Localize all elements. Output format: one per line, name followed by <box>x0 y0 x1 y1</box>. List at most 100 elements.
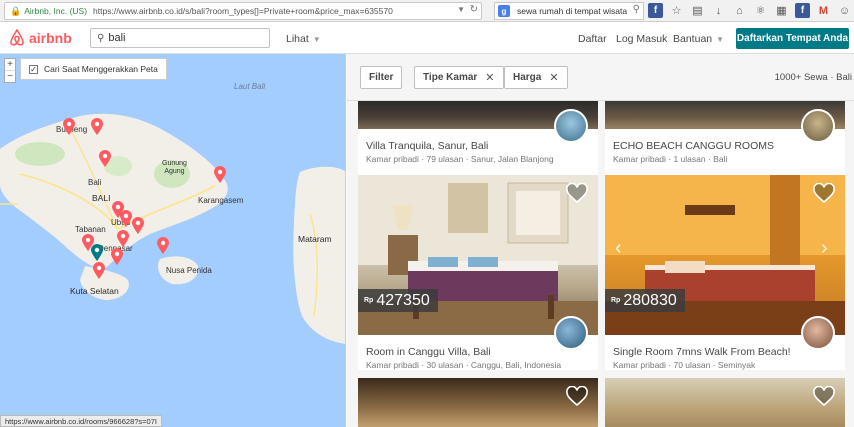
price-currency: Rp <box>364 297 374 304</box>
help-menu[interactable]: Bantuan ▼ <box>673 33 724 45</box>
listing-subtitle: Kamar pribadi · 30 ulasan · Canggu, Bali… <box>366 360 562 370</box>
price-amount: 427350 <box>376 291 430 309</box>
refresh-icon[interactable]: ↻ <box>470 4 478 15</box>
listing-title[interactable]: ECHO BEACH CANGGU ROOMS <box>613 140 774 152</box>
browser-toolbar: 🔒 Airbnb, Inc. (US) https://www.airbnb.c… <box>0 0 854 22</box>
location-search-input[interactable]: ⚲ bali <box>90 28 270 48</box>
map-pin-icon[interactable] <box>111 248 123 265</box>
map-label-mataram: Mataram <box>298 234 332 244</box>
map-pin-icon[interactable] <box>91 118 103 135</box>
listing-photo[interactable] <box>358 378 598 427</box>
map-pin-icon[interactable] <box>214 166 226 183</box>
smiley-icon[interactable]: ☺ <box>837 3 852 18</box>
site-identity: Airbnb, Inc. (US) <box>24 6 88 16</box>
listing-photo[interactable] <box>605 378 845 427</box>
price-tag: Rp 280830 <box>605 289 685 312</box>
listing-card[interactable] <box>358 378 598 427</box>
listing-title[interactable]: Single Room 7mns Walk From Beach! <box>613 346 791 358</box>
reading-list-icon[interactable]: ▤ <box>690 3 705 18</box>
map-label-karangasem: Karangasem <box>198 196 244 205</box>
listing-card[interactable] <box>605 378 845 427</box>
list-your-space-button[interactable]: Daftarkan Tempat Anda <box>736 28 849 49</box>
search-icon[interactable]: ⚲ <box>633 4 640 15</box>
map-label-bali: Bali <box>88 178 102 187</box>
dropdown-icon[interactable]: ▼ <box>457 5 465 14</box>
map-pin-icon[interactable] <box>93 262 105 279</box>
heart-icon[interactable] <box>813 386 835 408</box>
star-icon[interactable]: ☆ <box>669 3 684 18</box>
listing-subtitle: Kamar pribadi · 1 ulasan · Bali <box>613 154 728 164</box>
listing-card[interactable]: ECHO BEACH CANGGU ROOMS Kamar pribadi · … <box>605 101 845 181</box>
zoom-in-button[interactable]: + <box>5 59 15 71</box>
map-label-nusa-penida: Nusa Penida <box>166 266 212 275</box>
browse-label: Lihat <box>286 33 309 45</box>
next-photo-icon[interactable]: › <box>821 237 828 260</box>
room-type-label: Tipe Kamar <box>423 72 478 83</box>
close-icon[interactable]: ✕ <box>549 71 558 84</box>
map-pin-selected-icon[interactable] <box>91 244 103 261</box>
host-avatar[interactable] <box>554 316 588 350</box>
home-icon[interactable]: ⌂ <box>732 3 747 18</box>
heart-icon[interactable] <box>566 183 588 205</box>
zoom-out-button[interactable]: − <box>5 71 15 82</box>
grid-icon[interactable]: ▦ <box>774 3 789 18</box>
airbnb-logo[interactable]: airbnb <box>9 29 72 47</box>
listing-subtitle: Kamar pribadi · 79 ulasan · Sanur, Jalan… <box>366 154 554 164</box>
gmail-icon[interactable]: M <box>816 3 831 18</box>
price-amount: 280830 <box>623 291 677 309</box>
logo-text: airbnb <box>29 30 72 46</box>
search-on-move-checkbox[interactable]: ✓ <box>29 64 38 74</box>
help-label: Bantuan <box>673 33 713 45</box>
filter-button[interactable]: Filter <box>360 66 403 89</box>
listing-subtitle: Kamar pribadi · 70 ulasan · Seminyak <box>613 360 756 370</box>
chevron-down-icon: ▼ <box>312 35 321 44</box>
addon-icon[interactable]: ⚛ <box>753 3 768 18</box>
browse-menu[interactable]: Lihat ▼ <box>286 33 321 45</box>
search-on-move-label: Cari Saat Menggerakkan Peta <box>44 64 158 74</box>
search-value: bali <box>108 32 126 44</box>
heart-icon[interactable] <box>566 386 588 408</box>
price-tag: Rp 427350 <box>358 289 438 312</box>
map-label-bali-caps: BALI <box>92 193 111 203</box>
room-type-filter-chip[interactable]: Tipe Kamar ✕ <box>414 66 504 89</box>
search-on-move-control[interactable]: ✓ Cari Saat Menggerakkan Peta <box>20 58 167 80</box>
host-avatar[interactable] <box>801 109 835 143</box>
map-pin-icon[interactable] <box>63 118 75 135</box>
price-filter-chip[interactable]: Harga ✕ <box>504 66 568 89</box>
site-header: airbnb ⚲ bali Lihat ▼ Daftar Log Masuk Ba… <box>0 23 854 54</box>
host-avatar[interactable] <box>801 316 835 350</box>
facebook-icon-2[interactable]: f <box>795 3 810 18</box>
listing-title[interactable]: Villa Tranquila, Sanur, Bali <box>366 140 488 152</box>
listing-card[interactable]: ‹ › Rp 280830 Single Room 7mns Walk From… <box>605 175 845 370</box>
previous-photo-icon[interactable]: ‹ <box>615 237 622 260</box>
search-icon: ⚲ <box>97 32 105 44</box>
map-pin-icon[interactable] <box>117 230 129 247</box>
listing-card[interactable]: Rp 427350 Room in Canggu Villa, Bali Kam… <box>358 175 598 370</box>
login-link[interactable]: Log Masuk <box>616 33 667 45</box>
map-pin-icon[interactable] <box>157 237 169 254</box>
chevron-down-icon: ▼ <box>716 35 725 44</box>
listing-title[interactable]: Room in Canggu Villa, Bali <box>366 346 491 358</box>
address-bar[interactable]: 🔒 Airbnb, Inc. (US) https://www.airbnb.c… <box>4 2 482 20</box>
map-label-kuta-selatan: Kuta Selatan <box>70 286 119 296</box>
close-icon[interactable]: ✕ <box>485 71 494 84</box>
price-currency: Rp <box>611 297 621 304</box>
map-label-tabanan: Tabanan <box>75 225 106 234</box>
map-pin-icon[interactable] <box>132 217 144 234</box>
url-text: https://www.airbnb.co.id/s/bali?room_typ… <box>93 6 393 16</box>
map-pin-icon[interactable] <box>120 210 132 227</box>
host-avatar[interactable] <box>554 109 588 143</box>
signup-link[interactable]: Daftar <box>578 33 607 45</box>
price-label: Harga <box>513 72 542 83</box>
listing-card[interactable]: Villa Tranquila, Sanur, Bali Kamar priba… <box>358 101 598 181</box>
map-pin-icon[interactable] <box>99 150 111 167</box>
heart-icon[interactable] <box>813 183 835 205</box>
download-icon[interactable]: ↓ <box>711 3 726 18</box>
browser-search-box[interactable]: g sewa rumah di tempat wisata ⚲ <box>494 2 644 20</box>
facebook-icon[interactable]: f <box>648 3 663 18</box>
filter-bar: Filter Tipe Kamar ✕ Harga ✕ 1000+ Sewa ·… <box>347 54 854 101</box>
map-label-gunung-agung: Gunung Agung <box>162 160 187 175</box>
google-icon: g <box>498 5 510 17</box>
zoom-controls: + − <box>4 58 16 83</box>
map[interactable]: + − ✓ Cari Saat Menggerakkan Peta Laut B… <box>0 54 346 427</box>
